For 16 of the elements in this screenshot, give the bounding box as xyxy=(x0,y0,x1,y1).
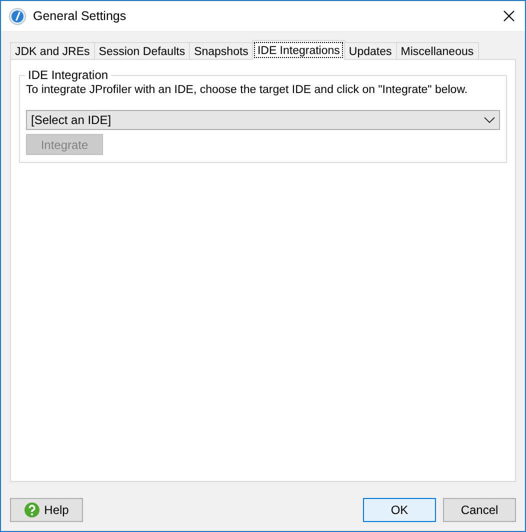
app-icon xyxy=(9,8,26,24)
tab[interactable]: IDE Integrations xyxy=(252,40,345,60)
tab[interactable]: Snapshots xyxy=(189,42,254,60)
group-title: IDE Integration xyxy=(27,68,110,82)
cancel-button[interactable]: Cancel xyxy=(443,498,516,522)
tab[interactable]: Miscellaneous xyxy=(396,42,479,60)
help-button[interactable]: Help xyxy=(10,498,83,522)
ok-button[interactable]: OK xyxy=(363,498,436,522)
description-text: To integrate JProfiler with an IDE, choose the target IDE and click on "Integrate" below. xyxy=(26,84,469,96)
tab[interactable]: JDK and JREs xyxy=(10,42,95,60)
help-icon xyxy=(24,502,40,518)
chevron-down-icon xyxy=(484,117,495,123)
window-title: General Settings xyxy=(33,9,128,23)
ide-dropdown[interactable]: [Select an IDE] xyxy=(26,110,500,130)
close-icon[interactable] xyxy=(503,10,515,22)
tab[interactable]: Updates xyxy=(344,42,397,60)
